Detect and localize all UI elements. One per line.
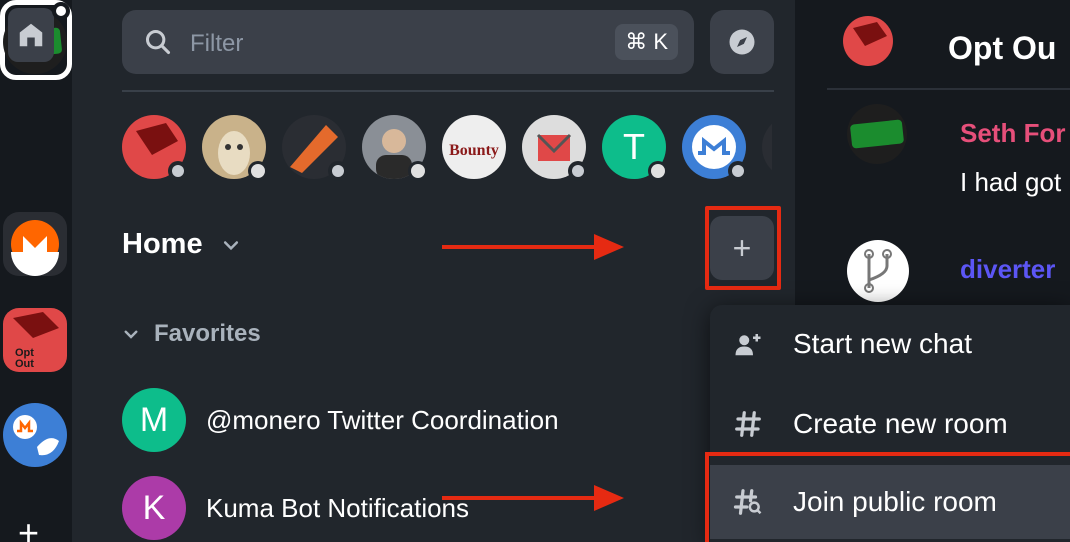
menu-item-create-new-room[interactable]: Create new room <box>710 387 1070 461</box>
hash-icon <box>732 408 764 440</box>
chevron-down-icon <box>124 330 138 339</box>
globe-icon <box>172 165 184 177</box>
room-avatar: M <box>122 388 186 452</box>
presence-badge <box>248 161 268 181</box>
notification-dot <box>52 2 70 20</box>
room-name: @monero Twitter Coordination <box>206 404 559 435</box>
divider <box>827 88 1070 90</box>
create-space-button[interactable]: + <box>18 515 39 542</box>
compass-icon <box>729 29 755 55</box>
room-list-panel: Filter ⌘ K Bounty T Home + Favorites M @… <box>72 0 795 542</box>
highlight-box-add <box>705 206 781 290</box>
search-icon <box>145 29 171 55</box>
space-bar: #Regain Privacy Opt Out + <box>0 0 72 542</box>
room-name: Kuma Bot Notifications <box>206 492 470 523</box>
presence-badge <box>408 161 428 181</box>
public-room-badge <box>568 161 588 181</box>
public-room-badge <box>168 161 188 181</box>
start-chat-icon <box>732 328 764 360</box>
diverter-logo-icon <box>864 249 892 293</box>
filter-placeholder: Filter <box>190 30 244 57</box>
space-opt-out[interactable]: Opt Out <box>3 308 67 372</box>
monero-logo-icon <box>11 220 59 276</box>
annotation-arrow <box>442 485 624 511</box>
menu-item-label: Create new room <box>793 408 1008 439</box>
sender-name[interactable]: diverter <box>960 254 1055 285</box>
explore-rooms-button[interactable] <box>710 10 774 74</box>
monero-outreach-logo-icon <box>5 405 65 465</box>
home-header[interactable]: Home <box>122 228 241 261</box>
public-room-badge <box>328 161 348 181</box>
room-list-item[interactable]: M @monero Twitter Coordination <box>122 388 559 452</box>
highlight-box-join <box>705 452 1070 542</box>
space-monero[interactable] <box>3 212 67 276</box>
room-avatar <box>843 16 893 66</box>
space-monero-outreach[interactable] <box>3 403 67 467</box>
public-room-badge <box>728 161 748 181</box>
globe-icon <box>732 165 744 177</box>
sender-avatar[interactable] <box>847 104 907 164</box>
chevron-down-icon <box>223 240 238 250</box>
menu-item-start-new-chat[interactable]: Start new chat <box>710 307 1070 381</box>
breadcrumb-room[interactable]: Bounty <box>442 115 506 179</box>
menu-item-label: Start new chat <box>793 328 972 359</box>
favorites-title: Favorites <box>154 320 261 347</box>
divider <box>122 90 774 92</box>
breadcrumb-room-partial[interactable] <box>762 115 772 179</box>
filter-input[interactable]: Filter ⌘ K <box>122 10 694 74</box>
annotation-arrow <box>442 234 624 260</box>
room-avatar-letter: M <box>139 400 169 439</box>
room-avatar-letter: T <box>623 126 645 167</box>
room-title: Opt Ou <box>948 30 1057 66</box>
room-avatar-icon: Bounty <box>449 142 499 159</box>
room-avatar-icon <box>853 22 887 46</box>
globe-icon <box>572 165 584 177</box>
regain-privacy-logo-icon <box>850 119 904 149</box>
sender-avatar[interactable] <box>847 240 909 302</box>
globe-icon <box>332 165 344 177</box>
room-avatar: K <box>122 476 186 540</box>
favorites-section-header[interactable]: Favorites <box>122 320 261 348</box>
sender-name[interactable]: Seth For <box>960 118 1065 149</box>
home-icon <box>19 23 43 47</box>
recent-rooms-breadcrumbs: Bounty T <box>122 115 772 183</box>
presence-badge <box>648 161 668 181</box>
room-list-item[interactable]: K Kuma Bot Notifications <box>122 476 469 540</box>
svg-text:Out: Out <box>15 358 34 370</box>
keyboard-shortcut-badge: ⌘ K <box>615 24 678 60</box>
room-avatar-letter: K <box>142 488 166 527</box>
svg-text:Bounty: Bounty <box>449 142 499 159</box>
home-title: Home <box>122 228 203 260</box>
message-body: I had got <box>960 167 1062 197</box>
opt-out-logo-icon: Opt Out <box>13 312 59 370</box>
